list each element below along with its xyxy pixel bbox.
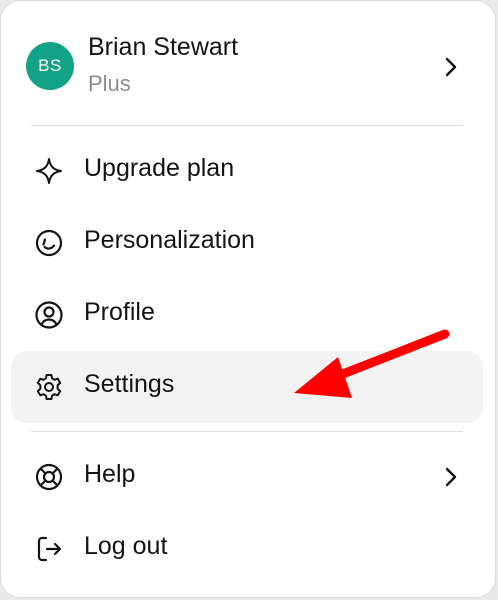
menu-item-upgrade-plan[interactable]: Upgrade plan (11, 135, 483, 207)
sparkle-icon (36, 158, 62, 184)
menu-item-profile[interactable]: Profile (11, 279, 483, 351)
personalization-icon (35, 229, 63, 257)
menu-item-label: Settings (84, 370, 175, 398)
menu-item-settings[interactable]: Settings (11, 351, 483, 423)
chevron-right-icon (445, 57, 457, 77)
menu-item-label: Log out (84, 532, 168, 560)
account-plan: Plus (88, 71, 131, 96)
account-menu: BS Brian Stewart Plus Upgrade plan Perso… (0, 0, 496, 598)
account-row[interactable]: BS Brian Stewart Plus (11, 15, 483, 115)
menu-item-personalization[interactable]: Personalization (11, 207, 483, 279)
menu-item-label: Help (84, 460, 136, 488)
divider (31, 125, 463, 126)
account-name: Brian Stewart (88, 33, 239, 61)
menu-item-label: Upgrade plan (84, 154, 235, 182)
gear-icon (36, 374, 62, 400)
lifebuoy-icon (35, 463, 63, 491)
avatar: BS (26, 42, 74, 90)
menu-item-label: Profile (84, 298, 155, 326)
divider (31, 431, 463, 432)
profile-icon (35, 301, 63, 329)
menu-item-help[interactable]: Help (11, 441, 483, 513)
menu-item-log-out[interactable]: Log out (11, 513, 483, 585)
logout-icon (37, 536, 62, 562)
chevron-right-icon (445, 467, 457, 487)
menu-item-label: Personalization (84, 226, 255, 254)
